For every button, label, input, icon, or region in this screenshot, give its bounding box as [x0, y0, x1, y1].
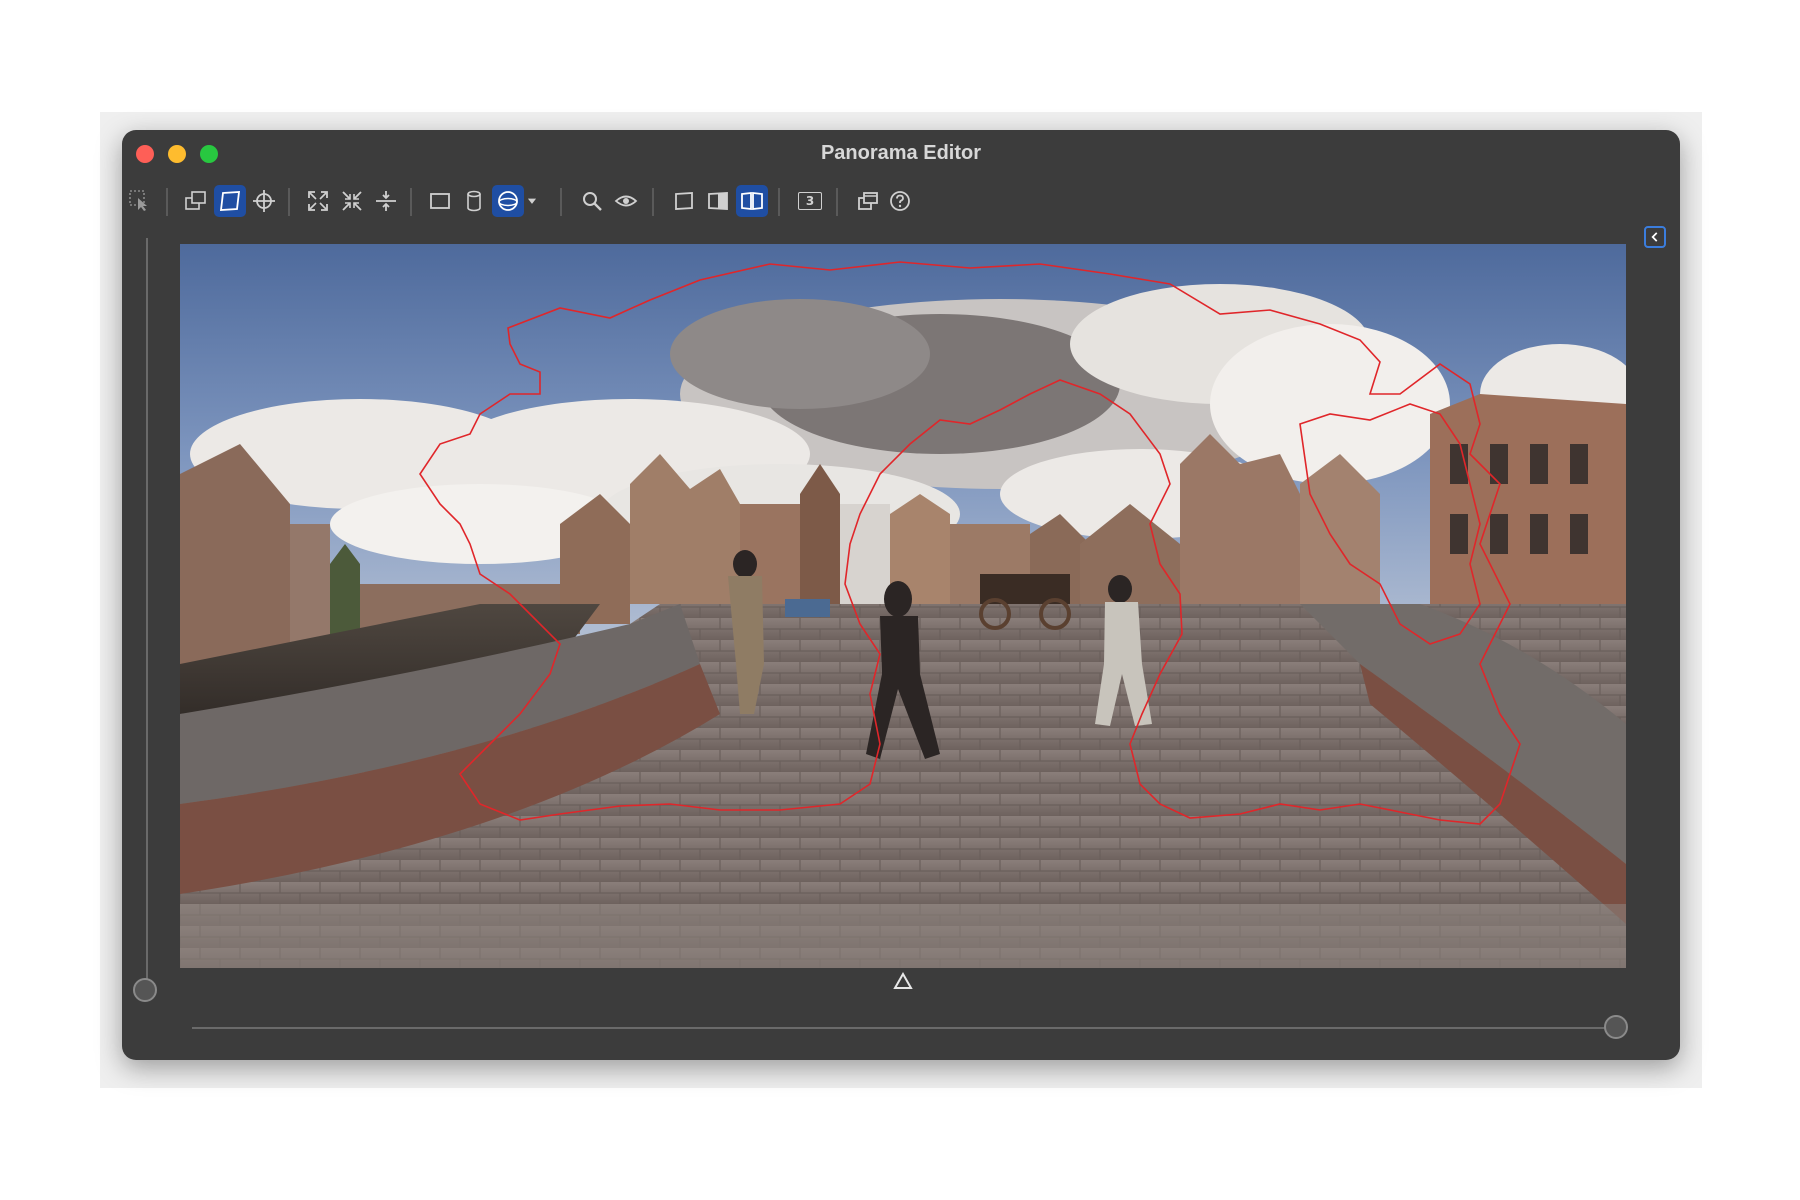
zoom-tool-button[interactable]	[576, 185, 608, 217]
select-arrow-icon	[129, 190, 147, 211]
toolbar-separator	[410, 188, 412, 216]
horizontal-slider-knob[interactable]	[1604, 1015, 1628, 1039]
sphere-projection-button[interactable]	[492, 185, 524, 217]
polygon-mask-icon	[219, 191, 241, 211]
title-bar: Panorama Editor	[122, 130, 1680, 174]
panorama-canvas[interactable]	[180, 244, 1626, 968]
window-title: Panorama Editor	[820, 142, 982, 164]
crosshair-icon	[253, 190, 275, 212]
split-tool-button[interactable]	[370, 185, 402, 217]
collapse-panel-button[interactable]	[1644, 226, 1666, 248]
windows-icon	[858, 192, 878, 210]
page-icon	[675, 192, 693, 210]
toolbar-separator	[288, 188, 290, 216]
sphere-icon	[498, 191, 518, 211]
split-view-button[interactable]	[702, 185, 734, 217]
cylinder-projection-button[interactable]	[458, 185, 490, 217]
half-page-icon	[708, 192, 728, 210]
expand-icon	[308, 191, 328, 211]
expand-tool-button[interactable]	[302, 185, 334, 217]
book-icon	[741, 191, 763, 211]
toolbar: 3	[122, 182, 1680, 224]
help-icon	[890, 191, 910, 211]
help-button[interactable]	[884, 185, 916, 217]
triangle-up-icon[interactable]	[893, 972, 913, 990]
layers-icon	[185, 191, 206, 210]
toolbar-separator	[166, 188, 168, 216]
toolbar-separator	[652, 188, 654, 216]
rectangle-icon	[430, 193, 450, 209]
panorama-editor-window: Panorama Editor 3	[122, 130, 1680, 1060]
eye-icon	[614, 195, 638, 207]
chevron-down-icon	[527, 198, 537, 204]
select-tool-button[interactable]	[124, 185, 156, 217]
number-badge: 3	[798, 192, 822, 210]
preview-tool-button[interactable]	[610, 185, 642, 217]
search-icon	[583, 192, 602, 211]
layer-tool-button[interactable]	[180, 185, 212, 217]
book-view-button[interactable]	[736, 185, 768, 217]
panorama-image	[180, 244, 1626, 968]
toolbar-separator	[778, 188, 780, 216]
vertical-slider-track[interactable]	[146, 238, 148, 990]
horizontal-slider-track[interactable]	[192, 1027, 1620, 1029]
rect-projection-button[interactable]	[424, 185, 456, 217]
compress-icon	[342, 191, 362, 211]
windows-tool-button[interactable]	[852, 185, 884, 217]
projection-menu-button[interactable]	[522, 185, 542, 217]
chevron-left-icon	[1651, 232, 1658, 242]
vertical-slider-knob[interactable]	[133, 978, 157, 1002]
cylinder-icon	[467, 190, 481, 212]
page-view-button[interactable]	[668, 185, 700, 217]
center-tool-button[interactable]	[248, 185, 280, 217]
toolbar-separator	[836, 188, 838, 216]
parked-car	[785, 599, 830, 617]
toolbar-separator	[560, 188, 562, 216]
split-vertical-icon	[376, 191, 396, 211]
floor-blur-band	[180, 904, 1626, 968]
mask-tool-button[interactable]	[214, 185, 246, 217]
compress-tool-button[interactable]	[336, 185, 368, 217]
number-3-button[interactable]: 3	[794, 185, 826, 217]
